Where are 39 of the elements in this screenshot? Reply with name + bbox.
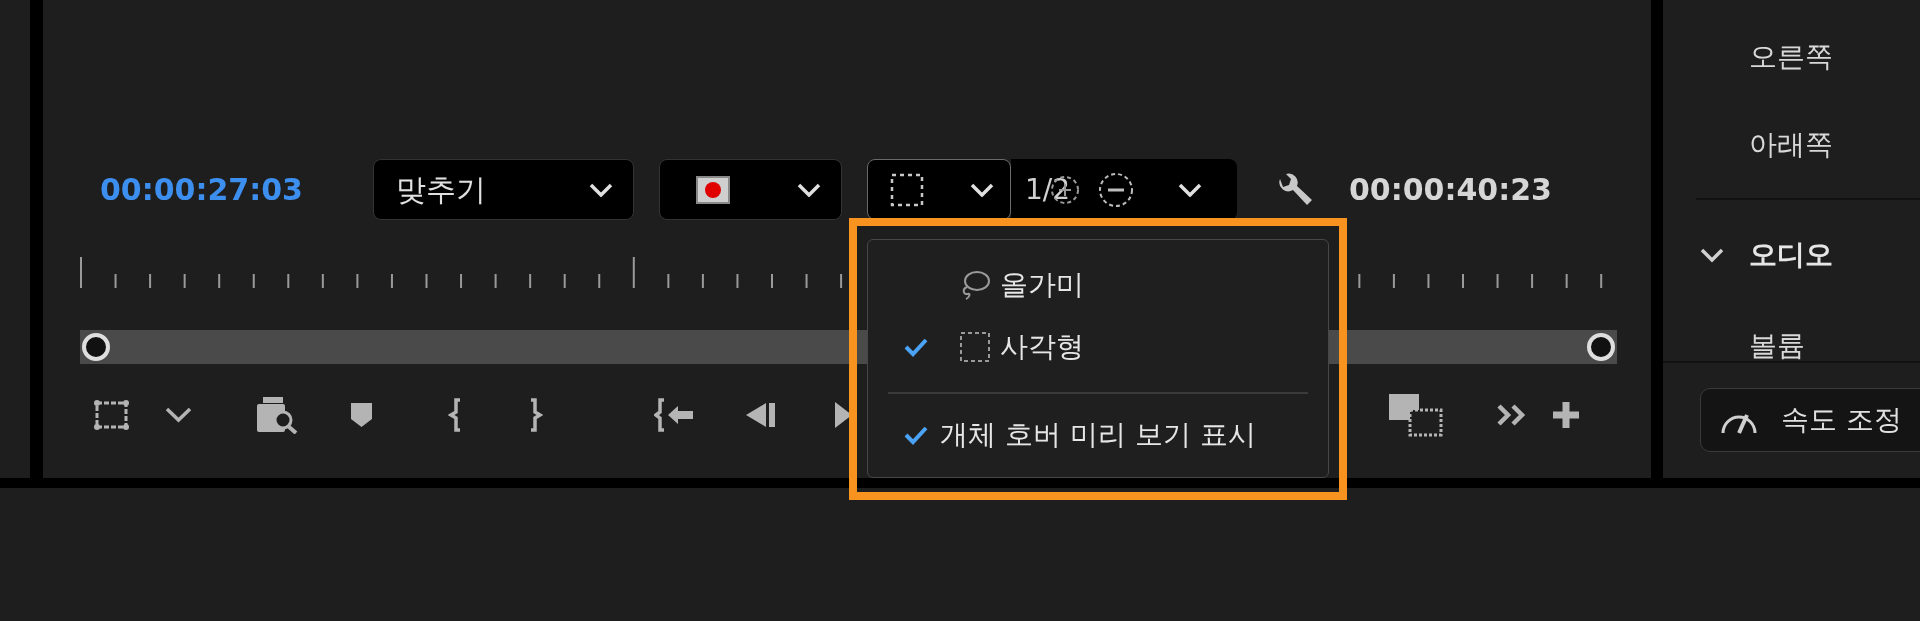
chevron-down-icon — [970, 182, 994, 197]
record-icon — [696, 175, 730, 204]
property-label: 오른쪽 — [1749, 43, 1833, 71]
go-to-in-icon[interactable] — [654, 398, 695, 432]
checkmark-icon — [904, 337, 928, 357]
zoom-dropdown[interactable]: 맞추기 — [373, 159, 634, 220]
property-label: 아래쪽 — [1749, 131, 1833, 159]
speed-button[interactable]: 속도 조정 — [1700, 388, 1920, 452]
add-icon[interactable] — [1551, 400, 1581, 430]
menu-item[interactable]: 개체 호버 미리 보기 표시 — [868, 404, 1328, 466]
menu-item[interactable]: 사각형 — [868, 316, 1328, 378]
scroll-handle[interactable] — [1587, 333, 1615, 361]
chevron-down-icon — [589, 182, 613, 197]
duration-timecode: 00:00:40:23 — [1349, 174, 1552, 205]
dashed-rectangle-icon — [959, 331, 991, 363]
chevron-down-icon — [1178, 182, 1203, 197]
export-frame-icon[interactable] — [255, 396, 298, 434]
compare-view-icon[interactable] — [1388, 393, 1443, 437]
wrench-icon[interactable] — [1276, 172, 1313, 207]
zoom-out-icon — [1098, 171, 1135, 208]
property-label: 볼륨 — [1749, 332, 1805, 360]
section-header[interactable]: 오디오 — [1663, 211, 1920, 299]
more-icon[interactable] — [1497, 403, 1527, 427]
mark-in-icon[interactable] — [448, 398, 463, 432]
safe-margins-icon[interactable] — [92, 398, 131, 432]
checkmark-icon — [904, 425, 928, 445]
scroll-handle[interactable] — [82, 333, 110, 361]
marker-icon[interactable] — [350, 402, 373, 428]
dashed-rectangle-icon — [890, 172, 924, 207]
play-icon[interactable] — [834, 401, 852, 429]
selection-dropdown[interactable] — [867, 159, 1011, 220]
quality-dropdown[interactable] — [659, 159, 842, 220]
chevron-down-icon — [1700, 247, 1724, 263]
step-back-icon[interactable] — [744, 401, 776, 429]
current-timecode: 00:00:27:03 — [100, 174, 304, 205]
chevron-down-icon[interactable] — [165, 407, 192, 423]
mark-out-icon[interactable] — [528, 398, 543, 432]
chevron-down-icon — [797, 182, 821, 197]
menu-item[interactable]: 올가미 — [868, 254, 1328, 316]
